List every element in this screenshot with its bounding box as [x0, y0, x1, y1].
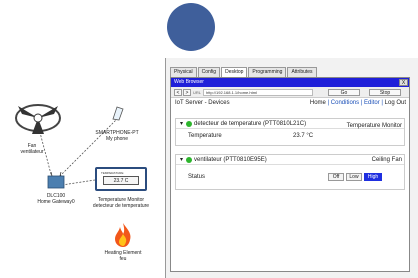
property-label: Status	[188, 174, 206, 180]
menu-links: Home | Conditions | Editor | Log Out	[310, 98, 406, 108]
property-value: 23.7 °C	[293, 133, 314, 139]
monitor-screen-title: TEMPERATURE	[101, 171, 124, 175]
status-dot-icon	[186, 157, 192, 163]
smartphone-icon[interactable]	[111, 105, 125, 121]
fan-off-button[interactable]: Off	[328, 173, 344, 181]
iot-menu: IoT Server - Devices Home | Conditions |…	[171, 98, 409, 108]
flame-icon[interactable]	[112, 222, 134, 248]
device-type: Ceiling Fan	[371, 157, 402, 163]
browser-navbar: < > URL http://192.168.1.1/home.html Go …	[171, 87, 409, 98]
tab-programming[interactable]: Programming	[248, 67, 287, 77]
tab-attributes[interactable]: Attributes	[287, 67, 317, 77]
device-card-temperature: ▾ detecteur de temperature (PTT0810L21C)…	[175, 118, 405, 146]
browser-title: Web Browser	[174, 79, 204, 85]
status-dot-icon	[186, 121, 192, 127]
device-card-header[interactable]: ▾ ventilateur (PTT0810E95E) Ceiling Fan	[176, 155, 404, 165]
device-card-header[interactable]: ▾ detecteur de temperature (PTT0810L21C)…	[176, 119, 404, 129]
editor-link[interactable]: Editor	[364, 100, 380, 106]
conditions-link[interactable]: Conditions	[331, 100, 359, 106]
device-tabs: Physical Config Desktop Programming Attr…	[170, 67, 318, 77]
menu-separator: |	[327, 100, 330, 106]
device-property-row: Temperature 23.7 °C	[176, 129, 404, 143]
device-property-row: Status Off Low High	[176, 170, 404, 184]
packet-tracer-workspace: Fan ventilateur SMARTPHONE-PT My phone D…	[0, 0, 418, 278]
forward-button[interactable]: >	[183, 89, 191, 96]
web-browser-window: Web Browser X < > URL http://192.168.1.1…	[170, 77, 410, 272]
device-title: detecteur de temperature (PTT0810L21C)	[194, 121, 307, 127]
tab-config[interactable]: Config	[197, 67, 221, 77]
device-card-fan: ▾ ventilateur (PTT0810E95E) Ceiling Fan …	[175, 154, 405, 190]
stop-button[interactable]: Stop	[369, 89, 401, 96]
tab-physical[interactable]: Physical	[170, 67, 197, 77]
property-label: Temperature	[188, 133, 222, 139]
back-button[interactable]: <	[174, 89, 182, 96]
gateway-label: DLC100 Home Gateway0	[37, 193, 75, 205]
tab-desktop[interactable]: Desktop	[221, 67, 248, 77]
menu-separator: |	[360, 100, 363, 106]
browser-titlebar: Web Browser X	[171, 78, 409, 87]
ceiling-fan-icon[interactable]	[12, 100, 64, 136]
go-button[interactable]: Go	[328, 89, 360, 96]
chevron-down-icon[interactable]: ▾	[180, 155, 183, 165]
menu-separator: |	[381, 100, 383, 106]
blue-circle	[167, 3, 215, 51]
monitor-label: Temperature Monitor detecteur de tempera…	[92, 197, 150, 209]
smartphone-label: SMARTPHONE-PT My phone	[95, 130, 139, 142]
fan-high-button[interactable]: High	[364, 173, 382, 181]
chevron-down-icon[interactable]: ▾	[180, 119, 183, 129]
logout-link[interactable]: Log Out	[385, 100, 406, 106]
fan-label: Fan ventilateur	[20, 143, 44, 155]
page-heading: IoT Server - Devices	[175, 100, 230, 106]
link-gateway-monitor	[61, 179, 96, 186]
fan-low-button[interactable]: Low	[346, 173, 362, 181]
temperature-monitor-icon[interactable]: TEMPERATURE 23.7 C	[95, 167, 147, 191]
close-button[interactable]: X	[399, 79, 408, 86]
url-label: URL	[193, 90, 202, 95]
heater-label: Heating Element feu	[104, 250, 142, 262]
home-link[interactable]: Home	[310, 100, 326, 106]
monitor-screen-value: 23.7 C	[103, 176, 139, 185]
home-gateway-icon[interactable]	[46, 172, 66, 190]
url-input[interactable]: http://192.168.1.1/home.html	[203, 89, 313, 96]
device-title: ventilateur (PTT0810E95E)	[194, 157, 267, 163]
